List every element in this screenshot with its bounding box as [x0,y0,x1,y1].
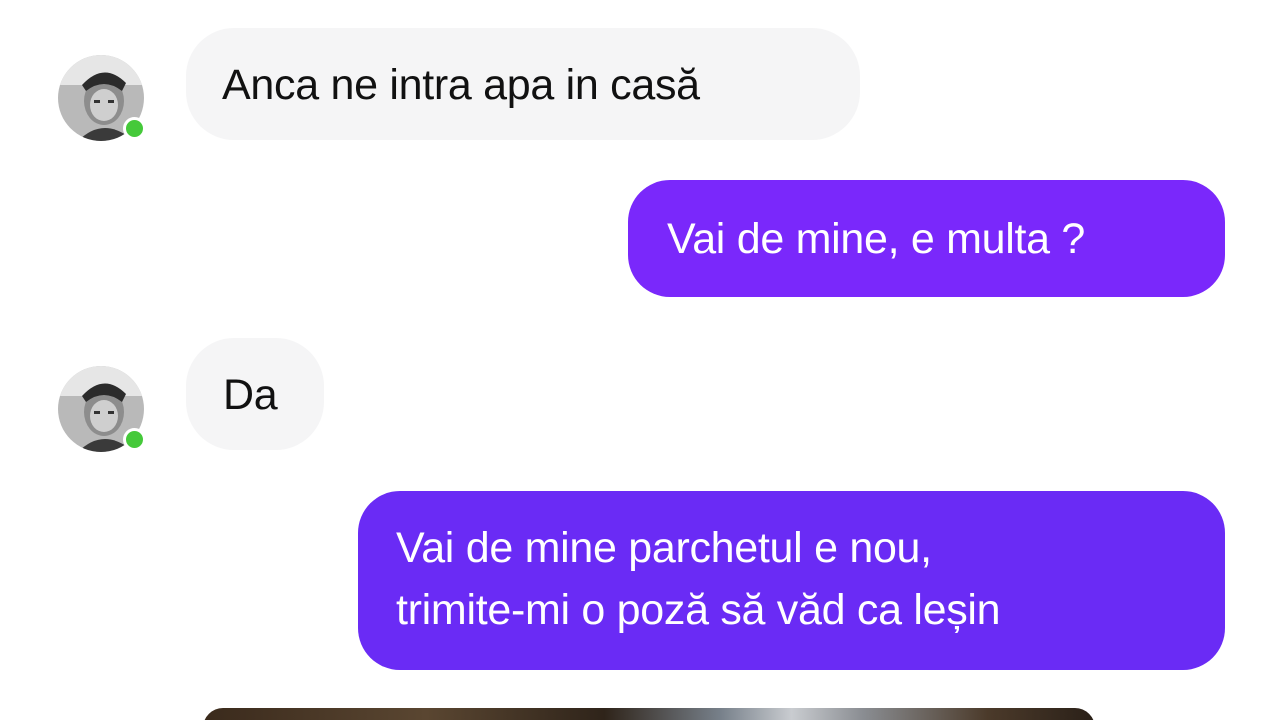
online-status-icon [123,428,146,451]
message-text-line: Vai de mine parchetul e nou, [396,524,932,572]
message-text: Anca ne intra apa in casă [222,61,700,109]
message-text: Da [223,371,278,419]
chat-thread: Anca ne intra apa in casă Vai de mine, e… [0,0,1280,720]
message-text: Vai de mine, e multa ? [667,215,1086,263]
message-bubble-incoming[interactable]: Da [186,338,324,450]
message-bubble-outgoing[interactable]: Vai de mine, e multa ? [628,180,1225,297]
message-text-line: trimite-mi o poză să văd ca leșin [396,586,1001,634]
message-bubble-incoming[interactable]: Anca ne intra apa in casă [186,28,860,140]
message-bubble-outgoing[interactable]: Vai de mine parchetul e nou, trimite-mi … [358,491,1225,670]
online-status-icon [123,117,146,140]
contact-avatar[interactable] [58,366,146,452]
contact-avatar[interactable] [58,55,146,141]
photo-attachment[interactable] [203,708,1095,720]
